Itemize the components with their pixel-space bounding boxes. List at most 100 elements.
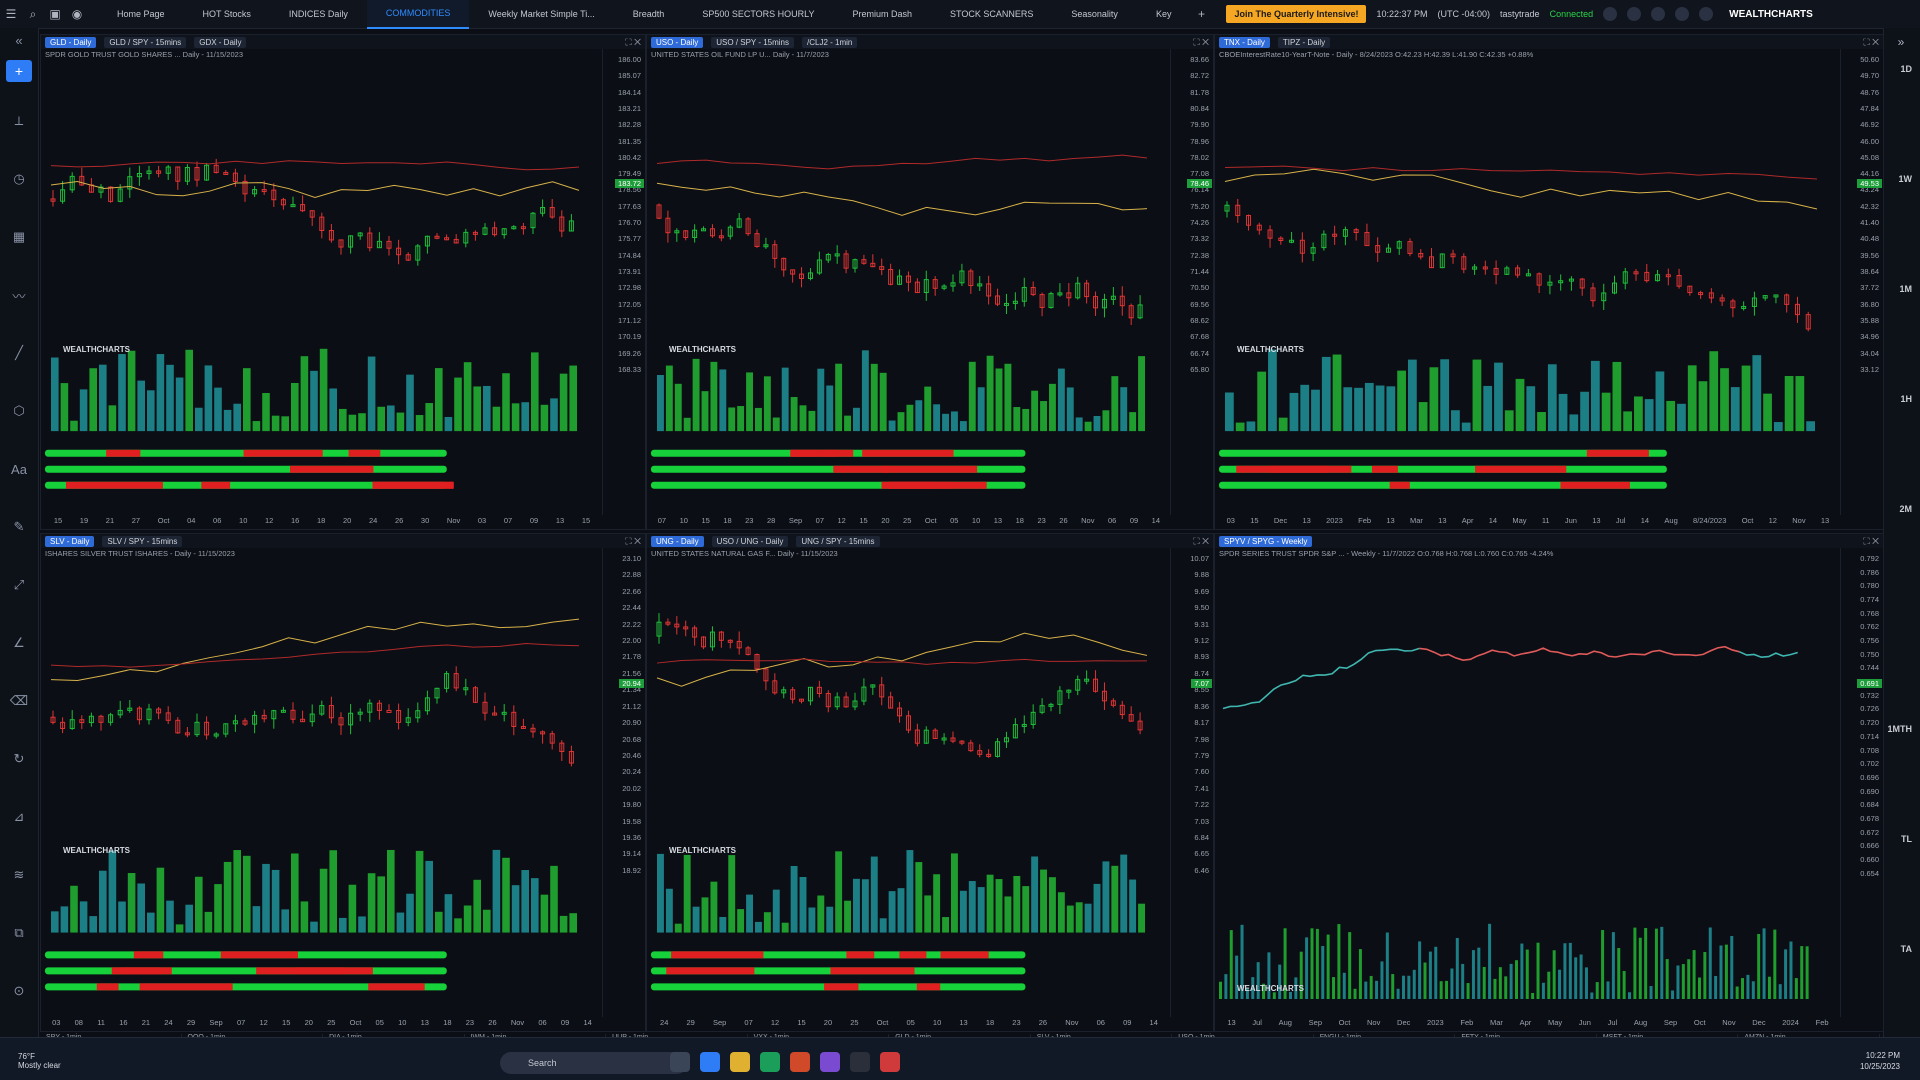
tab-3[interactable]: COMMODITIES [366, 0, 470, 29]
time-axis[interactable]: 07 10 15 18 23 28 Sep 07 12 15 20 25 Oct 05 10 13 18 23 26… [651, 516, 1167, 529]
text-tool-icon[interactable]: Aa [0, 440, 38, 498]
tab-2[interactable]: INDICES Daily [270, 0, 367, 28]
timeframe-ta[interactable]: TA [1901, 944, 1912, 954]
price-axis[interactable]: 23.10 22.88 22.66 22.44 22.22 22.00 21.78 21.56… [602, 548, 645, 1017]
panel-controls-icon[interactable]: ⛶ ✕ [1193, 536, 1209, 547]
angle-icon[interactable]: ∠ [0, 614, 38, 672]
teams-icon[interactable] [820, 1052, 840, 1072]
layout-icon[interactable]: ▣ [44, 0, 66, 28]
compare-icon[interactable]: ≋ [0, 846, 38, 904]
calendar-icon[interactable]: ▦ [0, 208, 38, 266]
promo-button[interactable]: Join The Quarterly Intensive! [1226, 5, 1367, 23]
avatar[interactable] [1699, 7, 1714, 21]
broker-label[interactable]: tastytrade [1500, 9, 1540, 19]
symbol-chip[interactable]: SPYV / SPYG - Weekly [1219, 535, 1313, 547]
chart-canvas[interactable] [41, 548, 599, 1017]
refresh-icon[interactable]: ↻ [0, 730, 38, 788]
timeframe-tl[interactable]: TL [1901, 834, 1912, 844]
symbol-chip[interactable]: USO - Daily [651, 36, 704, 48]
symbol-chip[interactable]: TIPZ - Daily [1277, 36, 1331, 48]
timeframe-1h[interactable]: 1H [1900, 394, 1912, 404]
symbol-chip[interactable]: GDX - Daily [194, 36, 247, 48]
tab-9[interactable]: Seasonality [1052, 0, 1137, 28]
add-chart-button[interactable]: + [6, 60, 32, 82]
timeframe-1w[interactable]: 1W [1899, 174, 1913, 184]
measure-icon[interactable]: ⤢ [0, 556, 38, 614]
symbol-chip[interactable]: UNG / SPY - 15mins [796, 535, 880, 547]
layers-icon[interactable]: ⧉ [0, 904, 38, 962]
symbol-chip[interactable]: USO / SPY - 15mins [711, 36, 794, 48]
gear-icon[interactable] [1651, 7, 1666, 21]
symbol-chip[interactable]: GLD - Daily [45, 36, 97, 48]
symbol-chip[interactable]: /CLJ2 - 1min [802, 36, 858, 48]
ruler-icon[interactable]: ⟂ [0, 92, 38, 150]
chart-panel[interactable]: SPYV / SPYG - Weekly ⛶ ✕ SPDR SERIES TRUST… [1214, 533, 1884, 1032]
add-tab-icon[interactable]: + [1190, 0, 1212, 28]
brush-icon[interactable]: ✎ [0, 498, 38, 556]
price-axis[interactable]: 10.07 9.88 9.69 9.50 9.31 9.12 8.93 8.74 8.55 8.3… [1170, 548, 1213, 1017]
expand-icon[interactable]: » [1890, 28, 1912, 56]
timeframe-1d[interactable]: 1D [1900, 64, 1912, 74]
chart-panel[interactable]: USO - Daily USO / SPY - 15mins/CLJ2 - 1mi… [646, 34, 1214, 530]
symbol-chip[interactable]: TNX - Daily [1219, 36, 1270, 48]
price-axis[interactable]: 0.792 0.786 0.780 0.774 0.768 0.762 0.756 0.750… [1840, 548, 1883, 1017]
clock-icon[interactable]: ◷ [0, 150, 38, 208]
edge-icon[interactable] [700, 1052, 720, 1072]
terminal-icon[interactable] [850, 1052, 870, 1072]
excel-icon[interactable] [760, 1052, 780, 1072]
magnet-icon[interactable]: ⊙ [0, 962, 38, 1020]
collapse-icon[interactable]: « [0, 28, 38, 52]
time-axis[interactable]: 13 Jul Aug Sep Oct Nov Dec 2023 Feb Mar Apr May Jun J… [1219, 1018, 1837, 1031]
time-axis[interactable]: 24 29 Sep 07 12 15 20 25 Oct 05 10 13 18 23 26 Nov 06 09 1… [651, 1018, 1167, 1031]
help-icon[interactable] [1675, 7, 1690, 21]
panel-controls-icon[interactable]: ⛶ ✕ [625, 536, 641, 547]
panel-controls-icon[interactable]: ⛶ ✕ [625, 37, 641, 48]
folder-icon[interactable] [730, 1052, 750, 1072]
chart-canvas[interactable] [41, 49, 599, 515]
symbol-chip[interactable]: SLV / SPY - 15mins [102, 535, 183, 547]
line-tool-icon[interactable]: ╱ [0, 324, 38, 382]
panel-controls-icon[interactable]: ⛶ ✕ [1193, 37, 1209, 48]
timeframe-2m[interactable]: 2M [1899, 504, 1912, 514]
tab-0[interactable]: Home Page [98, 0, 184, 28]
panel-controls-icon[interactable]: ⛶ ✕ [1863, 536, 1879, 547]
tab-10[interactable]: Key [1137, 0, 1191, 28]
time-axis[interactable]: 03 08 11 16 21 24 29 Sep 07 12 15 20 25 Oct 05 10 13 18 23… [45, 1018, 599, 1031]
time-axis[interactable]: 03 15 Dec 13 2023 Feb 13 Mar 13 Apr 14 May 11 Jun 13 Ju… [1219, 516, 1837, 529]
chart-canvas[interactable] [1215, 548, 1837, 1017]
timezone-label[interactable]: (UTC -04:00) [1438, 9, 1491, 19]
price-axis[interactable]: 186.00 185.07 184.14 183.21 182.28 181.35 180.… [602, 49, 645, 515]
tab-1[interactable]: HOT Stocks [184, 0, 270, 28]
price-axis[interactable]: 50.60 49.70 48.76 47.84 46.92 46.00 45.08 44.16… [1840, 49, 1883, 515]
chart-canvas[interactable] [1215, 49, 1837, 515]
file-explorer-icon[interactable] [670, 1052, 690, 1072]
chart-panel[interactable]: UNG - Daily USO / UNG - Daily UNG / SPY - … [646, 533, 1214, 1032]
chart-canvas[interactable] [647, 49, 1167, 515]
tab-7[interactable]: Premium Dash [834, 0, 932, 28]
save-icon[interactable] [1603, 7, 1618, 21]
panel-controls-icon[interactable]: ⛶ ✕ [1863, 37, 1879, 48]
tab-4[interactable]: Weekly Market Simple Ti... [469, 0, 613, 28]
tab-5[interactable]: Breadth [614, 0, 684, 28]
taskbar-search[interactable]: Search [500, 1052, 688, 1074]
chart-panel[interactable]: SLV - Daily SLV / SPY - 15mins ⛶ ✕ ISHARES … [40, 533, 646, 1032]
time-axis[interactable]: 15 19 21 27 Oct 04 06 10 12 16 18 20 24 26 30 Nov 03 07 09… [45, 516, 599, 529]
app-icon[interactable] [880, 1052, 900, 1072]
symbol-chip[interactable]: USO / UNG - Daily [711, 535, 789, 547]
symbol-chip[interactable]: SLV - Daily [45, 535, 95, 547]
symbol-chip[interactable]: GLD / SPY - 15mins [104, 36, 187, 48]
symbol-chip[interactable]: UNG - Daily [651, 535, 704, 547]
indicator-icon[interactable]: ⊿ [0, 788, 38, 846]
chart-panel[interactable]: TNX - Daily TIPZ - Daily ⛶ ✕ CBOEInterestRa… [1214, 34, 1884, 530]
timeframe-1m[interactable]: 1M [1899, 284, 1912, 294]
menu-icon[interactable]: ☰ [0, 0, 22, 28]
system-clock[interactable]: 10:22 PM 10/25/2023 [1860, 1050, 1900, 1072]
tab-6[interactable]: SP500 SECTORS HOURLY [683, 0, 833, 28]
search-icon[interactable]: ⌕ [22, 0, 44, 28]
timeframe-1mth[interactable]: 1MTH [1888, 724, 1913, 734]
bell-icon[interactable] [1627, 7, 1642, 21]
shapes-icon[interactable]: ⬡ [0, 382, 38, 440]
trend-icon[interactable]: 〰 [0, 266, 38, 324]
ai-icon[interactable]: ◉ [66, 0, 88, 28]
weather-widget[interactable]: 76°F Mostly clear [18, 1052, 61, 1070]
